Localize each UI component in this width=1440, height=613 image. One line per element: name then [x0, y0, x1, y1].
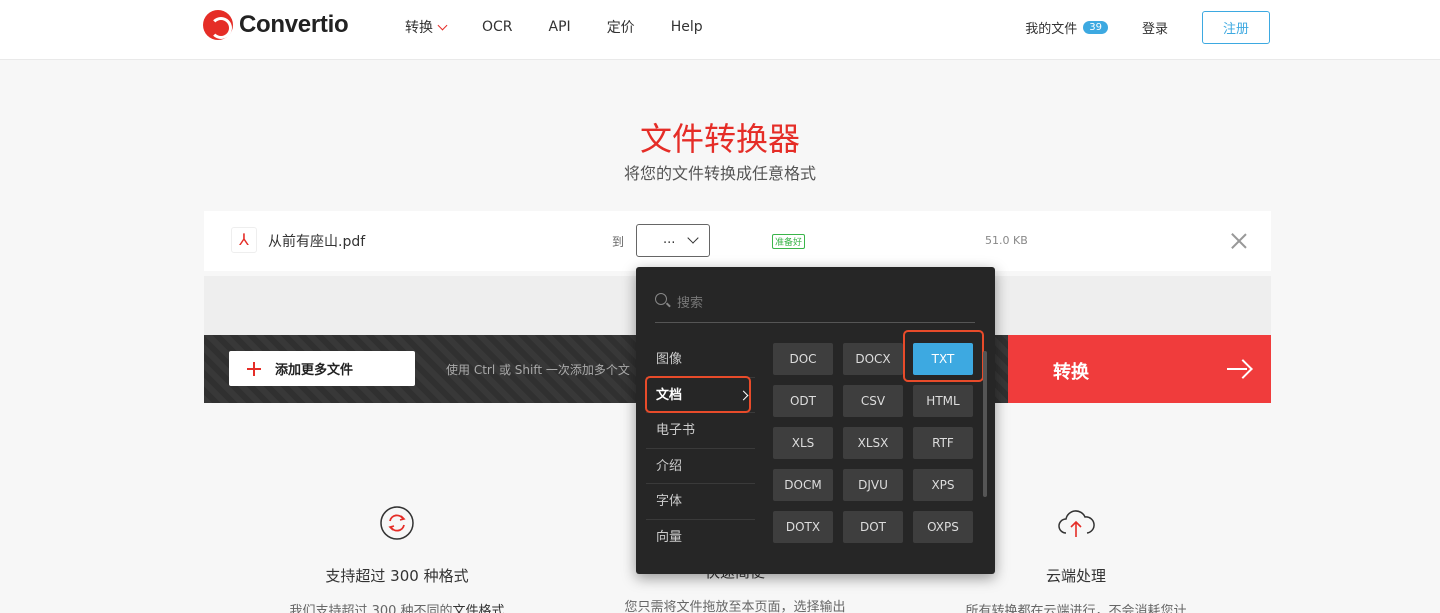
category-image[interactable]: 图像: [646, 342, 755, 378]
multi-select-hint: 使用 Ctrl 或 Shift 一次添加多个文: [446, 363, 630, 377]
refresh-icon: [380, 506, 414, 540]
nav-label: API: [548, 19, 571, 35]
feature-desc: 所有转换都在云端进行，不会消耗您计: [965, 604, 1187, 613]
page-subtitle: 将您的文件转换成任意格式: [623, 164, 816, 183]
category-list: 图像 文档 电子书 介绍 字体 向量: [646, 342, 755, 555]
category-ebook[interactable]: 电子书: [646, 413, 755, 449]
format-search[interactable]: 搜索: [655, 289, 975, 323]
format-option[interactable]: DOCX: [843, 343, 903, 375]
top-header: Convertio 转换 OCR API 定价 Help 我的文件 39 登录 …: [0, 0, 1440, 60]
to-label: 到: [612, 235, 625, 249]
nav-label: Help: [670, 19, 703, 35]
format-option[interactable]: XLS: [773, 427, 833, 459]
convert-button[interactable]: 转换: [1008, 335, 1271, 403]
convert-label: 转换: [1053, 362, 1089, 383]
nav-label: 定价: [606, 20, 635, 36]
nav-item-ocr[interactable]: OCR: [482, 17, 513, 37]
category-presentation[interactable]: 介绍: [646, 449, 755, 484]
category-vector[interactable]: 向量: [646, 520, 755, 556]
file-count-badge: 39: [1083, 21, 1108, 34]
search-icon: [655, 293, 667, 305]
add-more-files-button[interactable]: 添加更多文件: [229, 351, 415, 386]
nav-item-pricing[interactable]: 定价: [607, 17, 635, 37]
file-formats-link[interactable]: 文件格式: [453, 604, 505, 613]
header-actions: 我的文件 39 登录 注册: [1025, 11, 1270, 44]
format-option[interactable]: DJVU: [843, 469, 903, 501]
convertio-logo-icon: [203, 10, 233, 40]
close-icon[interactable]: [1231, 233, 1247, 249]
dropdown-scrollbar[interactable]: [983, 351, 987, 497]
format-option[interactable]: RTF: [913, 427, 973, 459]
logo-text: Convertio: [239, 11, 349, 38]
file-size: 51.0 KB: [985, 234, 1028, 247]
status-badge: 准备好: [772, 234, 806, 249]
format-option[interactable]: HTML: [913, 385, 973, 417]
feature-desc: 您只需将文件拖放至本页面，选择输出: [624, 600, 846, 613]
format-select-value: ...: [663, 232, 676, 247]
my-files-label: 我的文件: [1025, 22, 1078, 37]
chevron-down-icon: [437, 20, 448, 30]
nav-label: 转换: [405, 20, 433, 36]
cloud-upload-icon: [1058, 510, 1095, 537]
category-font[interactable]: 字体: [646, 484, 755, 520]
chevron-down-icon: [687, 232, 699, 244]
nav-item-api[interactable]: API: [549, 17, 571, 37]
format-option[interactable]: ODT: [773, 385, 833, 417]
pdf-icon: ⅄: [231, 227, 257, 253]
nav-label: OCR: [482, 19, 513, 35]
format-option[interactable]: XLSX: [843, 427, 903, 459]
signup-button[interactable]: 注册: [1201, 11, 1270, 44]
main-nav: 转换 OCR API 定价 Help: [405, 17, 703, 37]
format-option[interactable]: CSV: [843, 385, 903, 417]
format-option[interactable]: OXPS: [913, 511, 973, 543]
nav-item-convert[interactable]: 转换: [405, 17, 448, 37]
category-highlight-box: [645, 376, 751, 413]
format-dropdown: 搜索 图像 文档 电子书 介绍 字体 向量 DOC DOCX TXT ODT C…: [636, 267, 995, 574]
my-files-link[interactable]: 我的文件 39: [1025, 18, 1108, 37]
logo[interactable]: Convertio: [203, 10, 349, 40]
format-option[interactable]: DOTX: [773, 511, 833, 543]
nav-item-help[interactable]: Help: [671, 17, 703, 37]
plus-icon: [247, 361, 261, 376]
file-row: ⅄ 从前有座山.pdf 到 ... 准备好 51.0 KB: [204, 211, 1271, 271]
format-option[interactable]: DOC: [773, 343, 833, 375]
format-highlight-box: [903, 330, 984, 382]
file-name: 从前有座山.pdf: [268, 234, 366, 250]
arrow-right-icon: [1227, 359, 1249, 379]
format-option[interactable]: XPS: [913, 469, 973, 501]
format-select[interactable]: ...: [636, 224, 710, 257]
search-placeholder: 搜索: [677, 296, 704, 311]
format-option[interactable]: DOT: [843, 511, 903, 543]
login-link[interactable]: 登录: [1142, 18, 1168, 37]
add-more-label: 添加更多文件: [275, 363, 354, 378]
format-option[interactable]: DOCM: [773, 469, 833, 501]
feature-desc-text: 我们支持超过 300 种不同的: [289, 604, 453, 613]
page-title: 文件转换器: [639, 120, 800, 158]
